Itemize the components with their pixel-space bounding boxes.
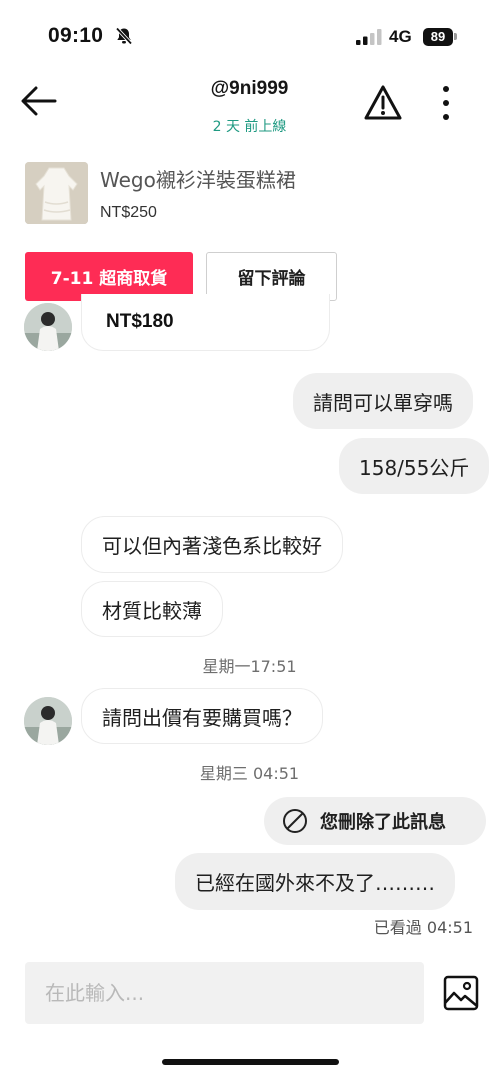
- home-indicator[interactable]: [162, 1059, 339, 1065]
- message-outgoing: 158/55公斤: [339, 438, 490, 494]
- message-timestamp: 星期三 04:51: [199, 764, 300, 783]
- signal-icon: [356, 29, 382, 45]
- chat-username[interactable]: @9ni999: [0, 78, 499, 100]
- price-offer-bubble: NT$180: [81, 294, 330, 351]
- more-icon[interactable]: [436, 84, 456, 122]
- product-image[interactable]: [25, 162, 88, 224]
- message-outgoing: 已經在國外來不及了………: [175, 853, 455, 910]
- deleted-message-bubble: 您刪除了此訊息: [264, 797, 486, 845]
- deleted-message-text: 您刪除了此訊息: [320, 812, 446, 833]
- product-title[interactable]: Wego襯衫洋裝蛋糕裙: [100, 164, 296, 193]
- image-upload-icon[interactable]: [443, 975, 479, 1011]
- battery-nub: [454, 33, 457, 40]
- status-time: 09:10: [48, 24, 104, 47]
- message-incoming: 請問出價有要購買嗎？: [81, 688, 323, 744]
- battery-icon: 89: [423, 28, 453, 46]
- blocked-icon: [283, 809, 307, 833]
- message-incoming: 材質比較薄: [81, 581, 223, 637]
- seen-receipt: 已看過 04:51: [373, 918, 473, 937]
- avatar[interactable]: [24, 303, 72, 351]
- message-input[interactable]: [25, 962, 424, 1024]
- network-label: 4G: [389, 27, 412, 46]
- online-status: 2 天 前上線: [212, 119, 287, 135]
- message-timestamp: 星期一17:51: [202, 657, 297, 676]
- product-price: NT$250: [100, 204, 157, 221]
- avatar[interactable]: [24, 697, 72, 745]
- warning-icon[interactable]: [363, 84, 403, 122]
- bell-off-icon: [115, 27, 133, 45]
- message-incoming: 可以但內著淺色系比較好: [81, 516, 343, 573]
- message-outgoing: 請問可以單穿嗎: [293, 373, 473, 429]
